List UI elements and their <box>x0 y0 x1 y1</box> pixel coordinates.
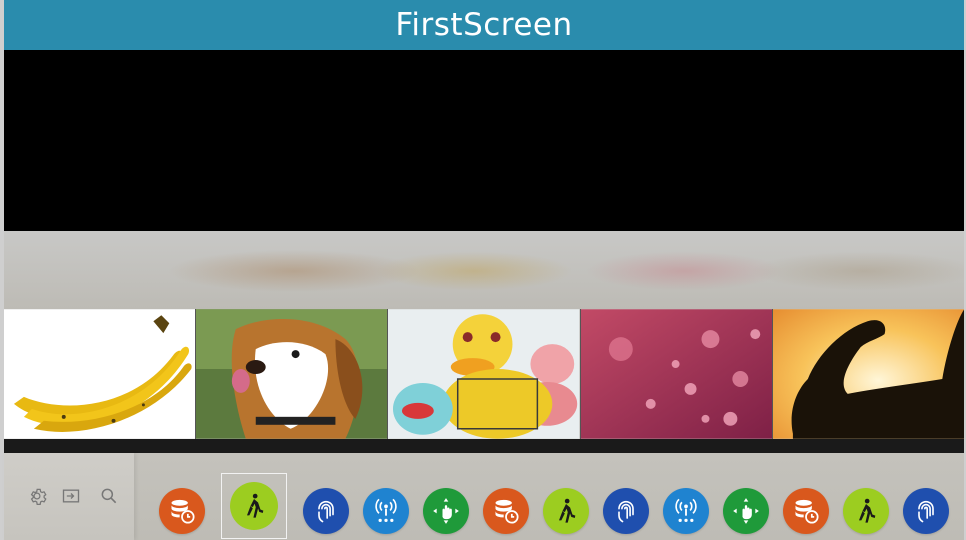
rubber-ducks-image <box>388 309 580 439</box>
app-hand-gesture-2[interactable] <box>723 488 769 534</box>
hand-gesture-icon <box>733 498 759 524</box>
app-database-clock[interactable] <box>159 488 205 534</box>
fingerprint-icon <box>318 500 334 523</box>
walking-person-icon <box>247 493 264 518</box>
app-wireless-signal-2[interactable] <box>663 488 709 534</box>
hand-gesture-icon <box>433 498 459 524</box>
thumbnail-arm-silhouette[interactable] <box>771 309 965 439</box>
app-wireless-signal[interactable] <box>363 488 409 534</box>
blurred-backdrop <box>4 231 964 309</box>
app-walking-person-3[interactable] <box>843 488 889 534</box>
app-walking-person-2[interactable] <box>543 488 589 534</box>
app-bar <box>4 453 964 540</box>
app-fingerprint-2[interactable] <box>603 488 649 534</box>
water-droplets-image <box>580 309 772 439</box>
walking-person-icon <box>559 498 576 523</box>
app-database-clock-3[interactable] <box>783 488 829 534</box>
bananas-image <box>4 309 196 439</box>
wireless-signal-icon <box>375 498 397 522</box>
beagle-image <box>196 309 388 439</box>
thumbnail-bananas[interactable] <box>4 309 196 439</box>
title-bar: FirstScreen <box>4 0 964 50</box>
strip-divider <box>4 439 964 453</box>
thumbnail-strip <box>4 309 965 439</box>
apps-row <box>4 453 964 540</box>
walking-person-icon <box>859 498 876 523</box>
app-hand-gesture[interactable] <box>423 488 469 534</box>
wireless-signal-icon <box>675 498 697 522</box>
fingerprint-icon <box>918 500 934 523</box>
database-clock-icon <box>171 499 195 524</box>
thumbnail-beagle[interactable] <box>195 309 388 439</box>
database-clock-icon <box>495 499 519 524</box>
fingerprint-icon <box>618 500 634 523</box>
arm-silhouette-image <box>772 309 965 439</box>
app-fingerprint-3[interactable] <box>903 488 949 534</box>
app-walking-person-selected[interactable] <box>221 473 287 539</box>
thumbnail-water-droplets[interactable] <box>579 309 772 439</box>
app-title: FirstScreen <box>395 7 573 43</box>
app-fingerprint[interactable] <box>303 488 349 534</box>
app-database-clock-2[interactable] <box>483 488 529 534</box>
thumbnail-rubber-ducks[interactable] <box>387 309 580 439</box>
database-clock-icon <box>795 499 819 524</box>
video-preview[interactable] <box>4 50 964 231</box>
